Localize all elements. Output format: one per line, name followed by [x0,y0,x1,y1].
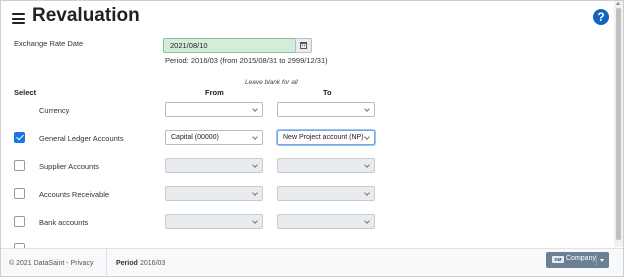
chevron-down-icon [364,106,370,112]
chevron-down-icon [364,134,370,140]
period-info: Period: 2016/03 (from 2015/08/31 to 2999… [165,56,328,65]
exchange-rate-date-field[interactable]: 2021/08/10 [163,38,295,53]
leave-blank-hint: Leave blank for all [245,79,298,86]
accounts-receivable-checkbox[interactable] [14,188,25,199]
bank-accounts-label: Bank accounts [39,218,89,227]
scroll-up-icon[interactable] [616,2,620,5]
chevron-down-icon [252,218,258,224]
chevron-down-icon [252,190,258,196]
exchange-rate-date-label: Exchange Rate Date [14,39,84,48]
footer-divider [106,249,107,277]
general-ledger-from-value: Capital (00000) [171,134,219,141]
chevron-down-icon [364,218,370,224]
footer: © 2021 DataSaint - Privacy Period 2016/0… [1,248,623,277]
currency-label: Currency [39,106,70,115]
select-column-header: Select [14,88,37,97]
accounts-receivable-from-select[interactable] [165,186,263,201]
chevron-down-icon [252,134,258,140]
accounts-receivable-label: Accounts Receivable [39,190,110,199]
supplier-accounts-label: Supplier Accounts [39,162,100,171]
from-column-header: From [205,88,224,97]
footer-period-value: 2016/03 [140,260,166,267]
currency-from-select[interactable] [165,102,263,117]
chevron-down-icon [364,190,370,196]
calendar-button[interactable] [295,38,312,53]
bank-accounts-from-select[interactable] [165,214,263,229]
currency-to-select[interactable] [277,102,375,117]
company-label: Company [566,255,596,262]
chevron-down-icon [252,106,258,112]
caret-down-icon[interactable] [600,259,604,262]
help-icon[interactable]: ? [593,9,609,25]
menu-icon[interactable] [12,13,25,24]
bank-accounts-to-select[interactable] [277,214,375,229]
general-ledger-label: General Ledger Accounts [39,134,124,143]
bank-accounts-checkbox[interactable] [14,216,25,227]
supplier-accounts-checkbox[interactable] [14,160,25,171]
supplier-accounts-from-select[interactable] [165,158,263,173]
chevron-down-icon [252,162,258,168]
scrollbar-thumb[interactable] [616,8,621,240]
company-button-separator [596,254,597,266]
copyright-text[interactable]: © 2021 DataSaint - Privacy [9,260,94,267]
general-ledger-checkbox[interactable] [14,132,25,143]
to-column-header: To [323,88,332,97]
supplier-accounts-to-select[interactable] [277,158,375,173]
chevron-down-icon [364,162,370,168]
footer-period-label: Period [116,260,138,267]
company-button[interactable]: DM Company [546,252,609,268]
page-title: Revaluation [32,5,140,26]
accounts-receivable-to-select[interactable] [277,186,375,201]
general-ledger-to-select[interactable]: New Project account (NP) [277,130,375,145]
general-ledger-to-value: New Project account (NP) [283,134,364,141]
company-badge: DM [552,256,564,263]
calendar-icon [300,42,307,49]
general-ledger-from-select[interactable]: Capital (00000) [165,130,263,145]
